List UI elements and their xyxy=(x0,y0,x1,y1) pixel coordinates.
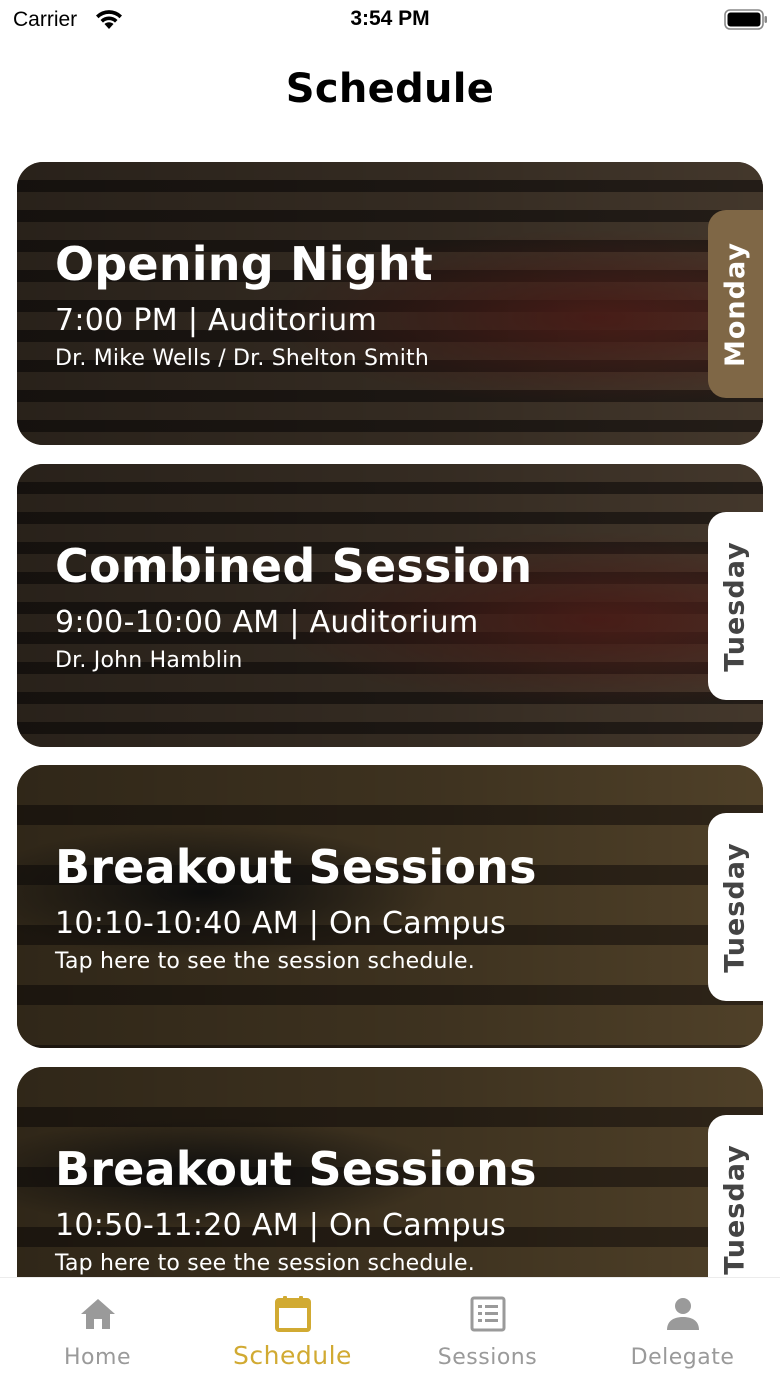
card-subtitle: Dr. Mike Wells / Dr. Shelton Smith xyxy=(55,346,430,371)
day-tab-label: Monday xyxy=(720,241,751,367)
schedule-card[interactable]: Breakout Sessions 10:50-11:20 AM | On Cam… xyxy=(17,1067,763,1303)
day-tab-label: Tuesday xyxy=(720,1143,751,1275)
card-title: Breakout Sessions xyxy=(55,1142,537,1196)
card-time-location: 7:00 PM | Auditorium xyxy=(55,303,377,338)
tab-label-home: Home xyxy=(64,1345,131,1370)
list-icon xyxy=(470,1296,505,1332)
tab-schedule[interactable]: Schedule xyxy=(195,1278,390,1387)
day-tab[interactable]: Monday xyxy=(708,210,763,398)
status-time: 3:54 PM xyxy=(350,7,430,30)
tab-label-sessions: Sessions xyxy=(437,1345,538,1370)
status-bar: Carrier 3:54 PM xyxy=(0,0,780,40)
schedule-card[interactable]: Combined Session 9:00-10:00 AM | Auditori… xyxy=(17,464,763,747)
card-subtitle: Dr. John Hamblin xyxy=(55,648,243,673)
tab-bar: Home Schedule Sessions Delegate xyxy=(0,1277,780,1387)
tab-label-delegate: Delegate xyxy=(630,1345,735,1370)
tab-sessions[interactable]: Sessions xyxy=(390,1278,585,1387)
tab-delegate[interactable]: Delegate xyxy=(585,1278,780,1387)
card-title: Breakout Sessions xyxy=(55,840,537,894)
card-subtitle: Tap here to see the session schedule. xyxy=(55,1251,475,1276)
page-title: Schedule xyxy=(285,66,495,112)
battery-icon xyxy=(724,9,767,30)
card-title: Combined Session xyxy=(55,539,533,593)
person-icon xyxy=(666,1298,699,1330)
day-tab[interactable]: Tuesday xyxy=(708,813,763,1001)
tab-label-schedule: Schedule xyxy=(233,1341,352,1370)
card-title: Opening Night xyxy=(55,237,433,291)
day-tab-label: Tuesday xyxy=(720,841,751,973)
calendar-icon xyxy=(274,1296,311,1332)
day-tab-label: Tuesday xyxy=(720,540,751,672)
home-icon xyxy=(80,1299,115,1329)
schedule-card[interactable]: Opening Night 7:00 PM | Auditorium Dr. Mik… xyxy=(17,162,763,445)
card-time-location: 10:10-10:40 AM | On Campus xyxy=(55,906,507,941)
day-tab[interactable]: Tuesday xyxy=(708,512,763,700)
card-time-location: 9:00-10:00 AM | Auditorium xyxy=(55,605,479,640)
card-time-location: 10:50-11:20 AM | On Campus xyxy=(55,1208,507,1243)
tab-home[interactable]: Home xyxy=(0,1278,195,1387)
card-subtitle: Tap here to see the session schedule. xyxy=(55,949,475,974)
day-tab[interactable]: Tuesday xyxy=(708,1115,763,1303)
schedule-card[interactable]: Breakout Sessions 10:10-10:40 AM | On Cam… xyxy=(17,765,763,1048)
